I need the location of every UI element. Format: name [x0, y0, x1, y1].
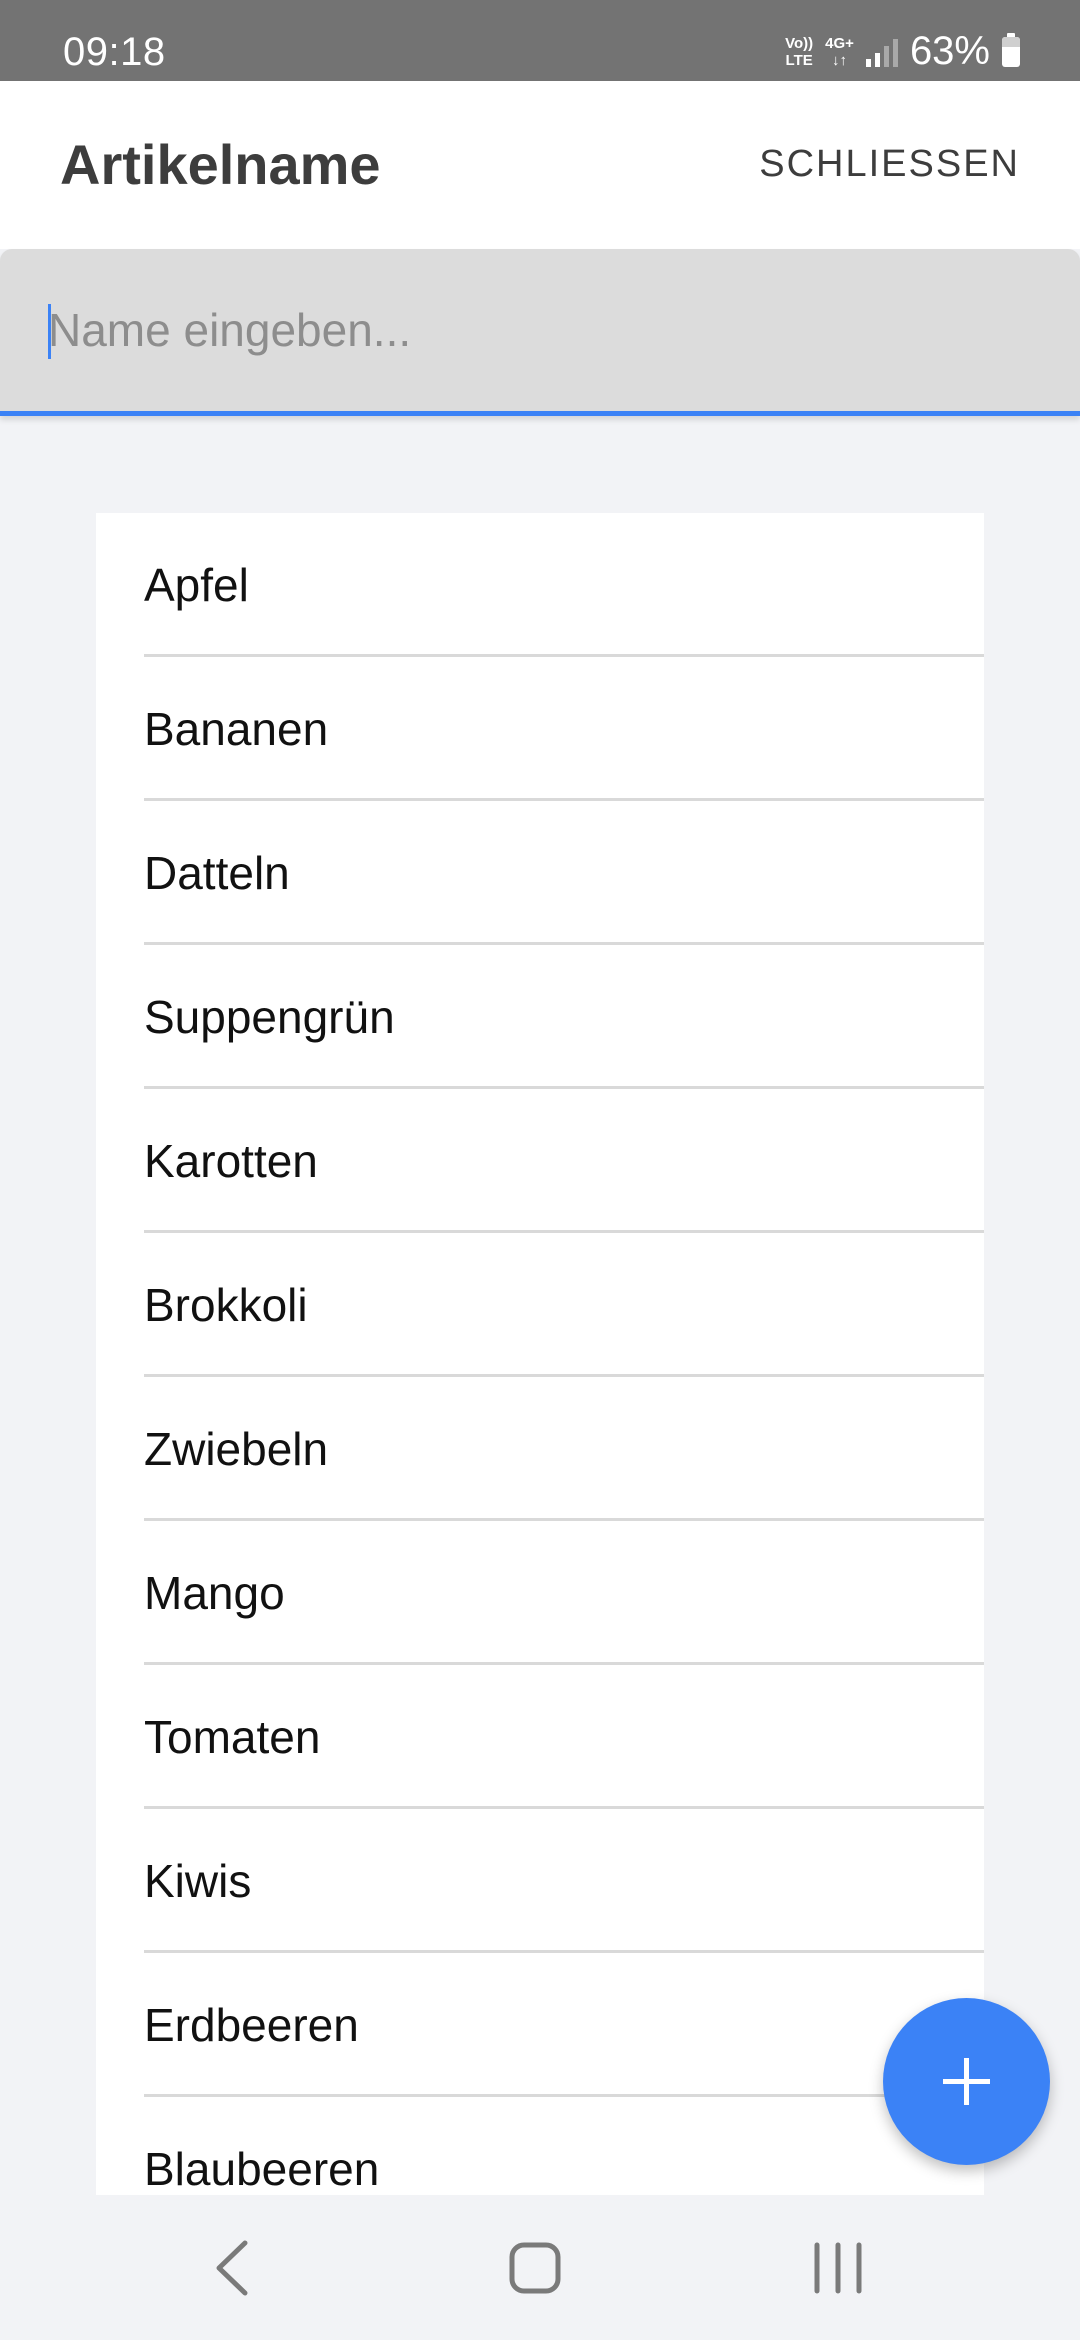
nav-recents-button[interactable] — [778, 2195, 898, 2340]
recents-icon — [814, 2242, 862, 2294]
battery-percent: 63% — [909, 29, 990, 73]
name-input-container — [0, 249, 1080, 416]
close-button[interactable]: SCHLIESSEN — [743, 121, 1036, 207]
battery-icon — [1002, 32, 1020, 67]
list-item[interactable]: Suppengrün — [96, 945, 984, 1089]
app-bar: Artikelname SCHLIESSEN — [0, 81, 1080, 249]
list-item[interactable]: Mango — [96, 1521, 984, 1665]
list-item[interactable]: Karotten — [96, 1089, 984, 1233]
add-item-button[interactable] — [883, 1998, 1050, 2165]
back-icon — [216, 2240, 248, 2296]
list-item[interactable]: Bananen — [96, 657, 984, 801]
data-arrows-icon: ↓↑ — [832, 51, 848, 69]
text-cursor — [48, 304, 51, 359]
signal-strength-icon — [865, 37, 898, 67]
list-item[interactable]: Tomaten — [96, 1665, 984, 1809]
status-time: 09:18 — [63, 30, 166, 74]
list-item[interactable]: Blaubeeren — [96, 2097, 984, 2195]
screen: 09:18 Vo)) LTE 4G+ ↓↑ 63% Artikelname SC… — [0, 0, 1080, 2340]
list-item[interactable]: Zwiebeln — [96, 1377, 984, 1521]
home-icon — [509, 2242, 561, 2294]
volte-top-label: Vo)) — [785, 34, 814, 52]
network-type-icon: 4G+ ↓↑ — [825, 35, 854, 69]
nav-back-button[interactable] — [175, 2195, 295, 2340]
status-icons: Vo)) LTE 4G+ ↓↑ 63% — [785, 0, 1020, 81]
page-title: Artikelname — [60, 133, 381, 196]
list-item[interactable]: Datteln — [96, 801, 984, 945]
suggestion-list: Apfel Bananen Datteln Suppengrün Karotte… — [96, 513, 984, 2195]
list-item[interactable]: Brokkoli — [96, 1233, 984, 1377]
network-type-label: 4G+ — [825, 34, 854, 52]
name-input[interactable] — [48, 249, 1048, 411]
navigation-bar — [0, 2195, 1080, 2340]
list-item[interactable]: Kiwis — [96, 1809, 984, 1953]
list-item[interactable]: Erdbeeren — [96, 1953, 984, 2097]
list-item[interactable]: Apfel — [96, 513, 984, 657]
volte-bottom-label: LTE — [785, 51, 813, 69]
status-bar: 09:18 Vo)) LTE 4G+ ↓↑ 63% — [0, 0, 1080, 81]
nav-home-button[interactable] — [475, 2195, 595, 2340]
volte-icon: Vo)) LTE — [785, 35, 813, 69]
